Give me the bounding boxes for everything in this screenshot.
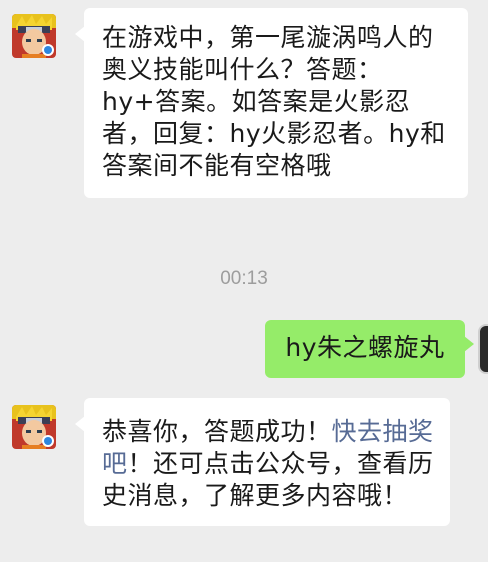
bot-avatar-icon[interactable] — [12, 14, 56, 58]
bot-question-bubble[interactable]: 在游戏中，第一尾漩涡鸣人的奥义技能叫什么？答题：hy+答案。如答案是火影忍者，回… — [75, 8, 468, 198]
message-timestamp: 00:13 — [220, 268, 268, 289]
bot-reply-text-before: 恭喜你，答题成功！ — [102, 417, 332, 446]
user-avatar-icon[interactable] — [478, 324, 488, 374]
user-answer-bubble[interactable]: hy朱之螺旋丸 — [265, 320, 474, 378]
bot-reply-text-after: ！还可点击公众号，查看历史消息，了解更多内容哦！ — [102, 449, 434, 510]
chat-window: 在游戏中，第一尾漩涡鸣人的奥义技能叫什么？答题：hy+答案。如答案是火影忍者，回… — [0, 0, 488, 562]
bot-reply-bubble[interactable]: 恭喜你，答题成功！快去抽奖吧！还可点击公众号，查看历史消息，了解更多内容哦！ — [75, 398, 450, 526]
bot-avatar-icon[interactable] — [12, 405, 56, 449]
bot-question-text: 在游戏中，第一尾漩涡鸣人的奥义技能叫什么？答题：hy+答案。如答案是火影忍者，回… — [102, 23, 446, 180]
user-answer-text: hy朱之螺旋丸 — [285, 333, 445, 362]
